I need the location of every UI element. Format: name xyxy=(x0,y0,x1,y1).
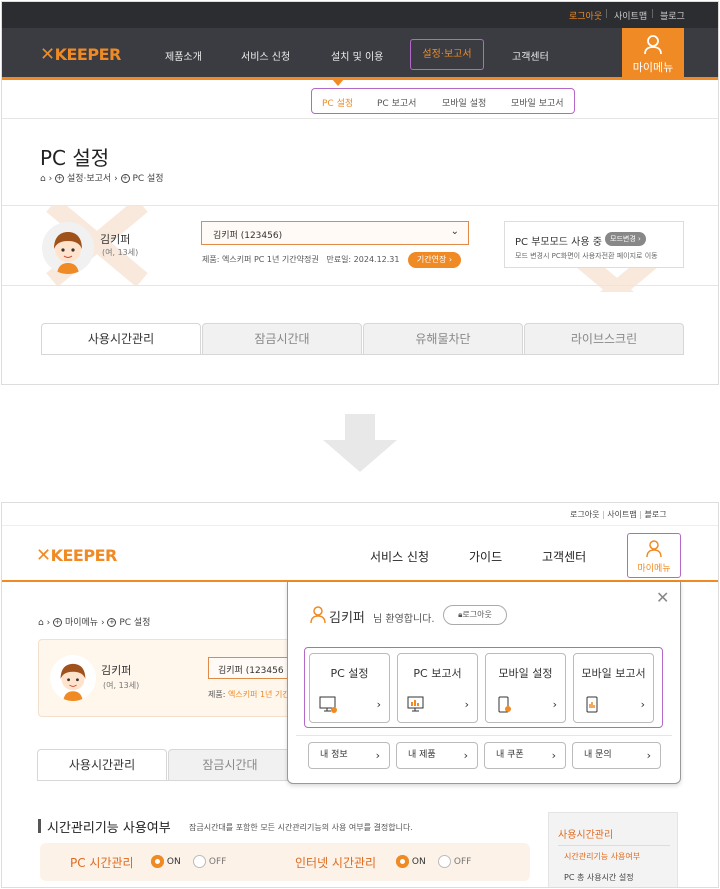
mode-title: PC 부모모드 사용 중 xyxy=(515,237,602,248)
user-name-2: 김키퍼 xyxy=(101,664,132,677)
card-mobile-report[interactable]: 모바일 보고서 › xyxy=(573,653,654,723)
chevron-down-icon: ⌄ xyxy=(450,226,459,237)
options-row: PC 시간관리 ON OFF 인터넷 시간관리 ON OFF xyxy=(40,843,530,881)
subnav-pc-report[interactable]: PC 보고서 xyxy=(377,96,416,109)
nav-support[interactable]: 고객센터 xyxy=(512,48,549,63)
mymenu-label-2: 마이메뉴 xyxy=(637,564,671,574)
card-pc-report[interactable]: PC 보고서 › xyxy=(397,653,478,723)
after-screenshot: 로그아웃 | 사이트맵 | 블로그 ✕KEEPER 서비스 신청 가이드 고객센… xyxy=(1,502,719,888)
subnav-mobile-report[interactable]: 모바일 보고서 xyxy=(511,96,564,109)
subnav-mobile-settings[interactable]: 모바일 설정 xyxy=(442,96,486,109)
nav-service[interactable]: 서비스 신청 xyxy=(241,48,290,63)
before-screenshot: 로그아웃 | 사이트맵 | 블로그 ✕KEEPER 제품소개 서비스 신청 설치… xyxy=(1,1,719,385)
nav-support-2[interactable]: 고객센터 xyxy=(542,548,586,565)
arrow-down-icon xyxy=(323,414,397,472)
breadcrumb: ⌂ › + 설정·보고서 › + PC 설정 xyxy=(40,174,164,184)
welcome-text: 님 환영합니다. xyxy=(373,614,435,625)
tab-harmful-block[interactable]: 유해물차단 xyxy=(363,323,523,355)
my-info-button[interactable]: 내 정보 › xyxy=(308,742,390,769)
nav-service-2[interactable]: 서비스 신청 xyxy=(370,548,429,565)
avatar-2 xyxy=(50,655,96,701)
avatar xyxy=(42,222,94,274)
logout-link[interactable]: 로그아웃 xyxy=(569,9,602,22)
phone-chart-icon xyxy=(586,696,598,713)
close-icon[interactable]: ✕ xyxy=(656,588,669,607)
my-products-button[interactable]: 내 제품 › xyxy=(396,742,478,769)
tab-usage-time-2[interactable]: 사용시간관리 xyxy=(37,749,167,781)
home-icon-2[interactable]: ⌂ xyxy=(38,618,44,628)
nav-products[interactable]: 제품소개 xyxy=(165,48,202,63)
nav-guide[interactable]: 가이드 xyxy=(469,548,502,565)
user-name: 김키퍼 xyxy=(100,233,131,246)
pc-time-on[interactable]: ON xyxy=(151,855,181,868)
home-icon[interactable]: ⌂ xyxy=(40,174,46,184)
mymenu-dropdown: ✕ 김키퍼 님 환영합니다. 🔒︎로그아웃 PC 설정 › PC 보고서 › 모… xyxy=(287,581,681,784)
extend-button[interactable]: 기간연장 › xyxy=(408,252,461,268)
monitor-chart-icon xyxy=(407,696,424,712)
card-pc-settings[interactable]: PC 설정 › xyxy=(309,653,390,723)
internet-time-off[interactable]: OFF xyxy=(438,855,471,868)
caret-icon xyxy=(332,79,344,86)
sub-nav: PC 설정 PC 보고서 모바일 설정 모바일 보고서 xyxy=(311,88,575,114)
mode-box: PC 부모모드 사용 중 모드변경 › 모드 변경시 PC화면이 사용자전환 페… xyxy=(504,221,684,268)
side-item-total-time[interactable]: PC 총 사용시간 설정 xyxy=(564,872,634,883)
tab-usage-time[interactable]: 사용시간관리 xyxy=(41,323,201,355)
utility-bar: 로그아웃 | 사이트맵 | 블로그 xyxy=(2,2,718,28)
subnav-pc-settings[interactable]: PC 설정 xyxy=(322,96,353,109)
mymenu-button-2[interactable]: 마이메뉴 xyxy=(627,533,681,578)
user-icon-2 xyxy=(646,540,662,558)
logout-link-2[interactable]: 로그아웃 xyxy=(570,510,599,519)
side-menu-title: 사용시간관리 xyxy=(558,830,614,841)
user-icon xyxy=(644,35,662,55)
phone-gear-icon xyxy=(498,696,511,713)
logo[interactable]: ✕KEEPER xyxy=(40,44,121,65)
nav-install[interactable]: 설치 및 이용 xyxy=(331,48,383,63)
internet-time-on[interactable]: ON xyxy=(396,855,426,868)
user-meta: (여, 13세) xyxy=(102,248,139,257)
pc-time-off[interactable]: OFF xyxy=(193,855,226,868)
main-nav: ✕KEEPER 제품소개 서비스 신청 설치 및 이용 설정·보고서 고객센터 … xyxy=(2,28,718,86)
side-item-usage[interactable]: 시간관리기능 사용여부 xyxy=(564,851,640,862)
my-coupons-button[interactable]: 내 쿠폰 › xyxy=(484,742,566,769)
mode-desc: 모드 변경시 PC화면이 사용자전환 페이지로 이동 xyxy=(515,252,658,260)
sitemap-link-2[interactable]: 사이트맵 xyxy=(607,510,636,519)
my-inquiries-button[interactable]: 내 문의 › xyxy=(572,742,661,769)
tab-lock-time[interactable]: 잠금시간대 xyxy=(202,323,362,355)
product-info: 제품: 엑스키퍼 PC 1년 기간약정권 만료일: 2024.12.31 xyxy=(202,255,400,264)
child-select[interactable]: 김키퍼 (123456) ⌄ xyxy=(201,221,469,245)
section-title: 시간관리기능 사용여부 xyxy=(47,821,171,836)
tab-live-screen[interactable]: 라이브스크린 xyxy=(524,323,684,355)
section-desc: 잠금시간대를 포함한 모든 시간관리기능의 사용 여부를 결정합니다. xyxy=(189,823,413,832)
sitemap-link[interactable]: 사이트맵 xyxy=(614,9,647,22)
mymenu-label: 마이메뉴 xyxy=(632,61,674,74)
pc-time-label: PC 시간관리 xyxy=(70,856,134,870)
product-info-2: 제품: 엑스키퍼 1년 기간 xyxy=(208,690,290,699)
user-outline-icon xyxy=(310,606,326,624)
tab-lock-time-2[interactable]: 잠금시간대 xyxy=(168,749,292,781)
monitor-gear-icon xyxy=(319,696,337,713)
side-menu: 사용시간관리 시간관리기능 사용여부 PC 총 사용시간 설정 xyxy=(548,812,678,887)
logo-2[interactable]: ✕KEEPER xyxy=(36,545,117,566)
blog-link-2[interactable]: 블로그 xyxy=(645,510,667,519)
welcome-name: 김키퍼 xyxy=(329,611,365,626)
nav-settings-reports[interactable]: 설정·보고서 xyxy=(410,39,484,70)
blog-link[interactable]: 블로그 xyxy=(660,9,685,22)
breadcrumb-2: ⌂ › + 마이메뉴 › + PC 설정 xyxy=(38,618,151,628)
user-meta-2: (여, 13세) xyxy=(103,681,140,690)
page-title: PC 설정 xyxy=(40,146,110,170)
mymenu-button[interactable]: 마이메뉴 xyxy=(622,28,684,80)
internet-time-label: 인터넷 시간관리 xyxy=(295,856,377,870)
child-select-2[interactable]: 김키퍼 (123456 xyxy=(208,657,292,679)
mode-change-button[interactable]: 모드변경 › xyxy=(605,232,646,246)
logout-button[interactable]: 🔒︎로그아웃 xyxy=(443,605,507,625)
card-mobile-settings[interactable]: 모바일 설정 › xyxy=(485,653,566,723)
utility-bar-2: 로그아웃 | 사이트맵 | 블로그 xyxy=(570,510,667,519)
